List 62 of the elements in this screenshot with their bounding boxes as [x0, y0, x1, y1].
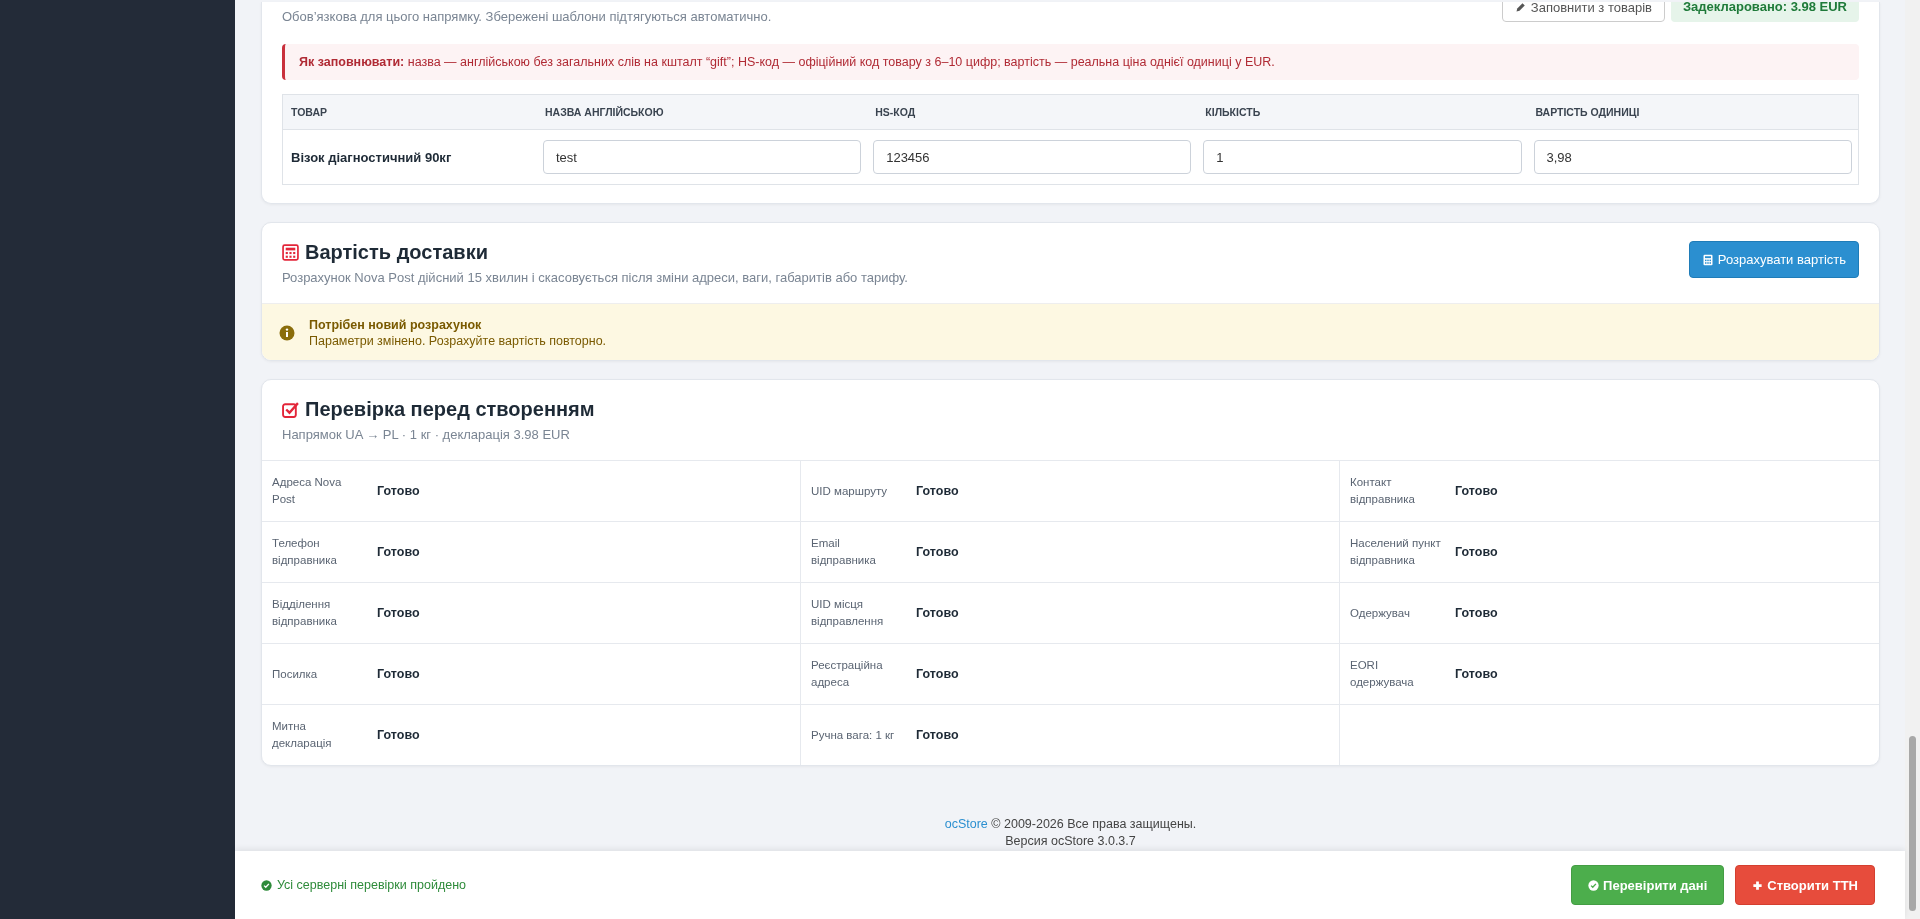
copyright-text: © 2009-2026 Все права защищены.: [990, 817, 1197, 831]
check-status: Готово: [1455, 606, 1498, 620]
scrollbar-thumb[interactable]: [1909, 736, 1916, 911]
check-status: Готово: [916, 728, 959, 742]
check-label: Адреса Nova Post: [272, 475, 343, 507]
check-status: Готово: [916, 667, 959, 681]
check-label: UID маршруту: [811, 483, 889, 499]
check-status: Готово: [377, 484, 420, 498]
check-label: EORI одержувача: [1350, 658, 1415, 690]
card-subtitle: Розрахунок Nova Post дійсний 15 хвилин і скасовується після зміни адреси, ваги, габаритів або тарифу.: [282, 270, 908, 285]
check-status: Готово: [377, 667, 420, 681]
input-field[interactable]: 3,98: [1533, 140, 1852, 174]
check-label: Email відправника: [811, 536, 877, 568]
declared-total-badge: Задекларовано: 3.98 EUR: [1670, 2, 1859, 22]
column-header: ВАРТІСТЬ ОДИНИЦІ: [1527, 94, 1859, 130]
plus-icon: [1752, 879, 1764, 891]
status-text: Усі серверні перевірки пройдено: [277, 878, 466, 892]
input-field[interactable]: 123456: [873, 140, 1192, 174]
check-status: Готово: [377, 545, 420, 559]
card-subtitle: Напрямок UA → PL · 1 кг · декларація 3.98 EUR: [282, 427, 571, 442]
check-label: Відділення відправника: [272, 597, 338, 629]
check-status: Готово: [377, 728, 420, 742]
check-status: Готово: [916, 545, 959, 559]
card-subtitle: Обов’язкова для цього напрямку. Збережені шаблони підтягуються автоматично.: [282, 9, 772, 24]
check-label: Митна декларація: [272, 719, 333, 751]
calculator-icon: [282, 244, 299, 261]
check-status: Готово: [1455, 667, 1498, 681]
check-circle-icon: [261, 879, 272, 891]
info-icon: [279, 325, 295, 341]
check-label: Телефон відправника: [272, 536, 338, 568]
fill-from-products-button[interactable]: Заповнити з товарів: [1501, 2, 1665, 22]
calculator-icon: [1701, 253, 1714, 266]
input-field[interactable]: 1: [1203, 140, 1522, 174]
version-text: Версия ocStore 3.0.3.7: [1004, 833, 1137, 850]
check-label: UID місця відправлення: [811, 597, 885, 629]
notice-text: Параметри змінено. Розрахуйте вартість повторно.: [309, 334, 607, 348]
column-header: ТОВАР: [282, 94, 537, 130]
check-label: Населений пункт відправника: [1350, 536, 1442, 568]
check-status: Готово: [916, 484, 959, 498]
checkbox-icon: [282, 401, 299, 418]
card-title: Вартість доставки: [305, 241, 488, 264]
check-label: Реєстраційна адреса: [811, 658, 884, 690]
check-label: Контакт відправника: [1350, 475, 1416, 507]
column-header: HS-КОД: [867, 94, 1198, 130]
check-status: Готово: [1455, 484, 1498, 498]
calculate-cost-button[interactable]: Розрахувати вартість: [1688, 241, 1859, 278]
check-status: Готово: [377, 606, 420, 620]
check-label: Ручна вага: 1 кг: [811, 727, 896, 743]
card-title: Перевірка перед створенням: [305, 398, 595, 421]
instructions-alert: Як заповнювати: назва — англійською без загальних слів на кшталт “gift”; HS-код — офіційний код товару з 6–10 цифр; вартість — реальна ціна однієї одиниці у EUR.: [282, 44, 1859, 80]
input-field[interactable]: test: [543, 140, 862, 174]
check-label: Посилка: [272, 666, 319, 682]
create-button[interactable]: Створити ТТН: [1735, 865, 1875, 905]
column-header: НАЗВА АНГЛІЙСЬКОЮ: [537, 94, 868, 130]
pencil-icon: [1514, 2, 1527, 13]
check-status: Готово: [1455, 545, 1498, 559]
notice-title: Потрібен новий розрахунок: [309, 318, 483, 332]
check-circle-icon: [1588, 879, 1600, 891]
product-name: Візок діагностичний 90кг: [282, 129, 537, 185]
column-header: КІЛЬКІСТЬ: [1197, 94, 1528, 130]
check-label: Одержувач: [1350, 605, 1411, 621]
check-status: Готово: [916, 606, 959, 620]
